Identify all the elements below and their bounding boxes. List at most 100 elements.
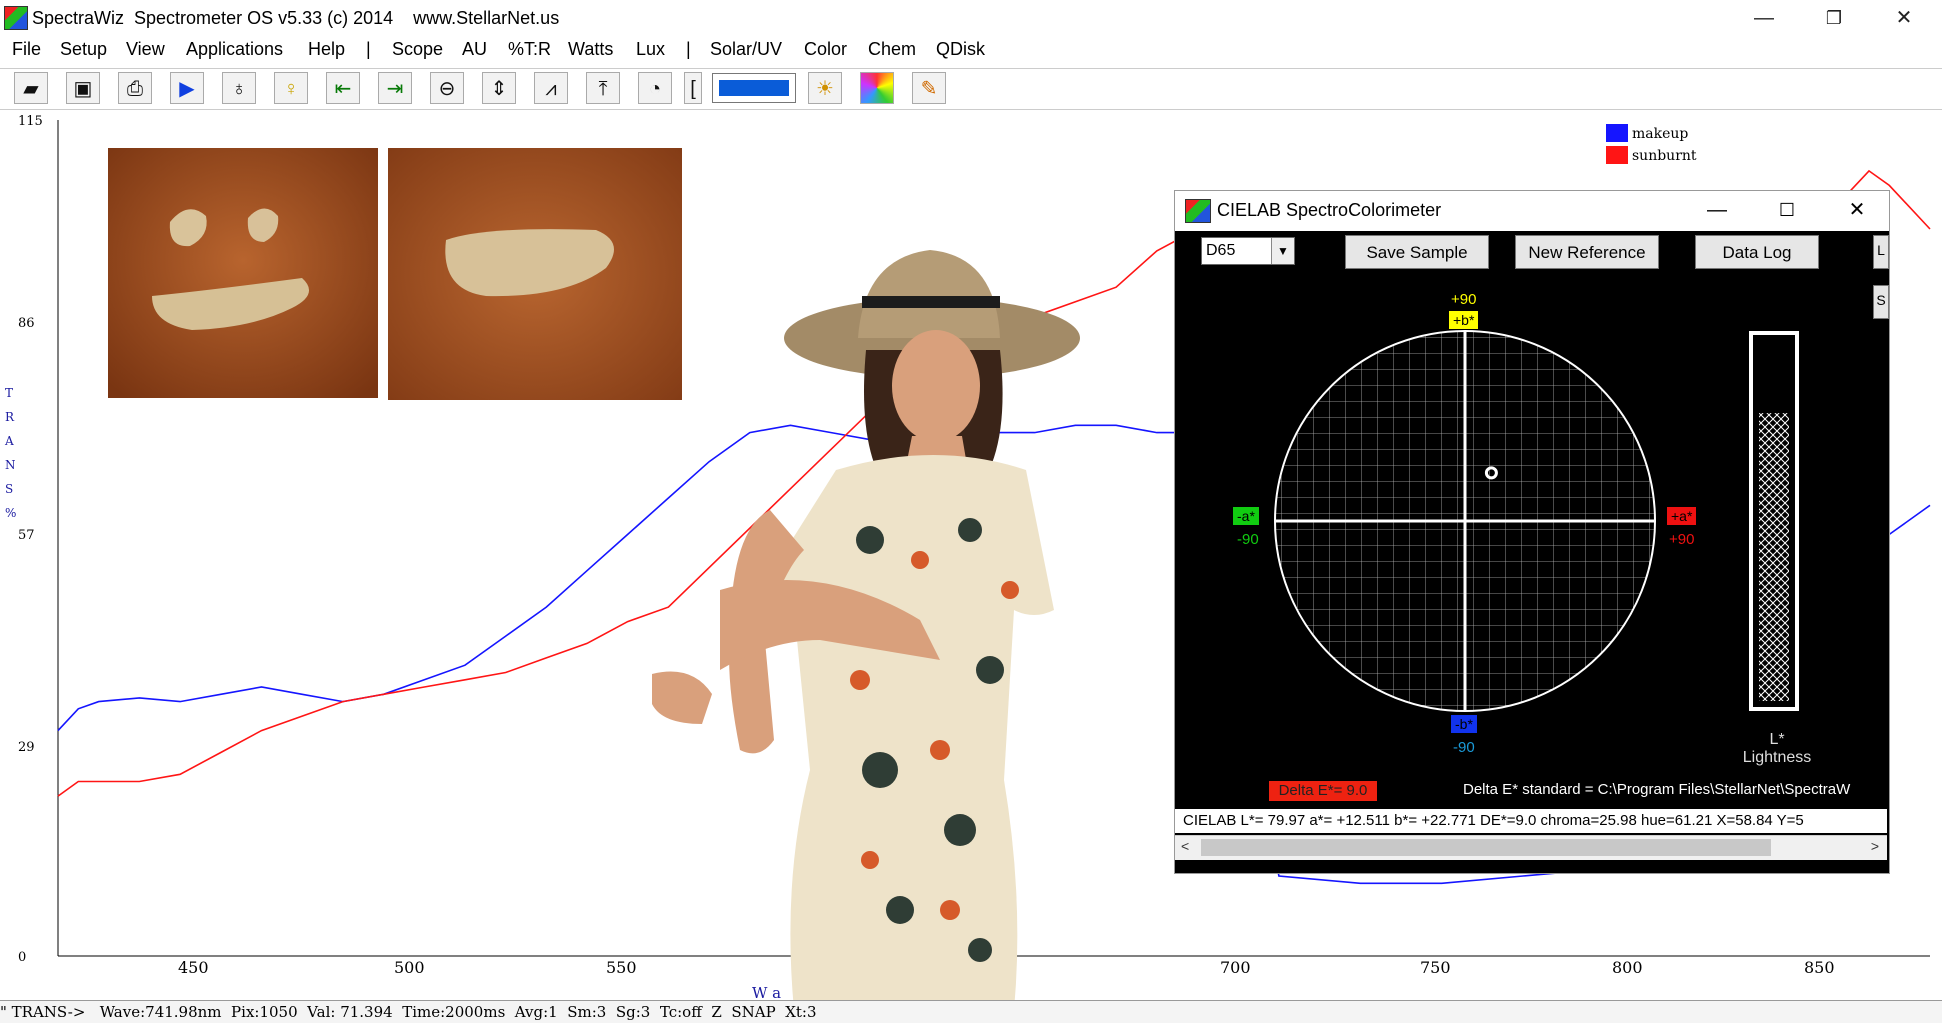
y-tick-86: 86 (18, 316, 35, 331)
cielab-title: CIELAB SpectroColorimeter (1217, 200, 1442, 220)
skin-photo-smiley (108, 148, 378, 398)
side-button-l[interactable]: L (1873, 235, 1889, 269)
menu-qdisk[interactable]: QDisk (936, 39, 985, 60)
zoom-icon[interactable]: ⊖ (430, 72, 464, 104)
menu-help[interactable]: Help (308, 39, 345, 60)
status-bar: " TRANS-> Wave:741.98nm Pix:1050 Val: 71… (0, 1000, 1942, 1023)
illuminant-value: D65 (1206, 242, 1236, 259)
plus-a-tag: +a* (1667, 507, 1697, 525)
print-icon[interactable]: ⎙ (118, 72, 152, 104)
restore-button[interactable]: ❐ (1814, 4, 1854, 32)
sun-icon[interactable]: ☀ (808, 72, 842, 104)
menu-solar-uv[interactable]: Solar/UV (710, 39, 782, 60)
lightness-label: L* Lightness (1737, 731, 1817, 767)
illuminant-select[interactable]: D65 ▼ (1201, 237, 1295, 265)
open-icon[interactable]: ▰ (14, 72, 48, 104)
delta-e-standard: Delta E* standard = C:\Program Files\Ste… (1463, 781, 1851, 798)
scroll-thumb[interactable] (1201, 839, 1771, 856)
y-tick-0: 0 (18, 950, 27, 965)
menu-chem[interactable]: Chem (868, 39, 916, 60)
window-title: SpectraWiz Spectrometer OS v5.33 (c) 201… (32, 8, 560, 28)
lightness-text: Lightness (1742, 749, 1812, 766)
right-limit-icon[interactable]: ⇥ (378, 72, 412, 104)
menu-lux[interactable]: Lux (636, 39, 665, 60)
y-label-t: T (5, 386, 14, 400)
skin-photo-patch (388, 148, 682, 400)
y-tick-29: 29 (18, 740, 35, 755)
lightness-fill (1759, 413, 1789, 701)
minus-b-tag: -b* (1451, 715, 1477, 733)
bulb-dark-icon[interactable]: ♁ (222, 72, 256, 104)
menu-separator: | (366, 39, 371, 59)
close-button[interactable]: ✕ (1884, 4, 1924, 32)
legend-swatch-sunburnt (1606, 146, 1628, 164)
cielab-app-icon (1185, 199, 1211, 223)
play-icon[interactable]: ▶ (170, 72, 204, 104)
upload-icon[interactable]: ⤒ (586, 72, 620, 104)
plus-b-tag: +b* (1449, 311, 1479, 329)
menu-bar: File Setup View Applications Help | Scop… (0, 36, 1942, 66)
x-tick-850: 850 (1804, 958, 1835, 977)
left-limit-icon[interactable]: ⇤ (326, 72, 360, 104)
x-tick-800: 800 (1612, 958, 1643, 977)
save-icon[interactable]: ▣ (66, 72, 100, 104)
menu-color[interactable]: Color (804, 39, 847, 60)
menu-file[interactable]: File (12, 39, 41, 60)
minus-a-value: -90 (1237, 531, 1259, 548)
side-button-s[interactable]: S (1873, 285, 1889, 319)
menu-separator-2: | (686, 39, 691, 59)
cielab-scrollbar[interactable]: < > (1175, 835, 1887, 860)
plus-a-value: +90 (1669, 531, 1695, 548)
minus-a-tag: -a* (1233, 507, 1259, 525)
cielab-title-bar: CIELAB SpectroColorimeter — ☐ ✕ (1175, 191, 1889, 231)
cielab-close-button[interactable]: ✕ (1835, 195, 1879, 225)
menu-watts[interactable]: Watts (568, 39, 613, 60)
bracket-icon[interactable]: [ (684, 72, 702, 104)
delta-e-badge: Delta E*= 9.0 (1269, 781, 1377, 801)
minimize-button[interactable]: — (1744, 4, 1784, 32)
x-tick-550: 550 (606, 958, 637, 977)
ab-color-plane[interactable] (1265, 321, 1665, 721)
autoscale-icon[interactable]: ⇕ (482, 72, 516, 104)
menu-tr[interactable]: %T:R (508, 39, 551, 60)
paint-icon[interactable]: ✎ (912, 72, 946, 104)
color-bar-icon[interactable] (712, 73, 796, 103)
x-tick-750: 750 (1420, 958, 1451, 977)
plus-b-value: +90 (1451, 291, 1477, 308)
y-label-percent: % (5, 506, 17, 520)
x-tick-700: 700 (1220, 958, 1251, 977)
menu-setup[interactable]: Setup (60, 39, 107, 60)
data-log-button[interactable]: Data Log (1695, 235, 1819, 269)
cielab-minimize-button[interactable]: — (1695, 195, 1739, 225)
bulb-light-icon[interactable]: ♀ (274, 72, 308, 104)
minus-b-value: -90 (1453, 739, 1475, 756)
menu-applications[interactable]: Applications (186, 39, 283, 60)
cielab-status: CIELAB L*= 79.97 a*= +12.511 b*= +22.771… (1175, 809, 1887, 833)
timer-icon[interactable]: ◔ (638, 72, 672, 104)
y-label-r: R (5, 410, 15, 424)
y-tick-57: 57 (18, 528, 35, 543)
peak-icon[interactable]: ⩘ (534, 72, 568, 104)
legend-swatch-makeup (1606, 124, 1628, 142)
app-icon (4, 6, 28, 30)
x-tick-500: 500 (394, 958, 425, 977)
menu-scope[interactable]: Scope (392, 39, 443, 60)
person-photo (652, 250, 1080, 1010)
title-bar: SpectraWiz Spectrometer OS v5.33 (c) 201… (0, 0, 1942, 36)
lightness-bar (1749, 331, 1799, 711)
color-wheel-icon[interactable] (860, 72, 894, 104)
menu-au[interactable]: AU (462, 39, 487, 60)
menu-view[interactable]: View (126, 39, 165, 60)
cielab-maximize-button[interactable]: ☐ (1765, 195, 1809, 225)
y-label-n: N (5, 458, 16, 472)
save-sample-button[interactable]: Save Sample (1345, 235, 1489, 269)
legend-label-sunburnt: sunburnt (1632, 148, 1697, 164)
legend-label-makeup: makeup (1632, 126, 1689, 142)
new-reference-button[interactable]: New Reference (1515, 235, 1659, 269)
y-label-s: S (5, 482, 14, 496)
scroll-right-icon[interactable]: > (1871, 838, 1879, 854)
scroll-left-icon[interactable]: < (1181, 838, 1189, 854)
chevron-down-icon[interactable]: ▼ (1271, 238, 1294, 264)
x-tick-450: 450 (178, 958, 209, 977)
toolbar: ▰ ▣ ⎙ ▶ ♁ ♀ ⇤ ⇥ ⊖ ⇕ ⩘ ⤒ ◔ [ ☀ ✎ (0, 68, 1942, 110)
